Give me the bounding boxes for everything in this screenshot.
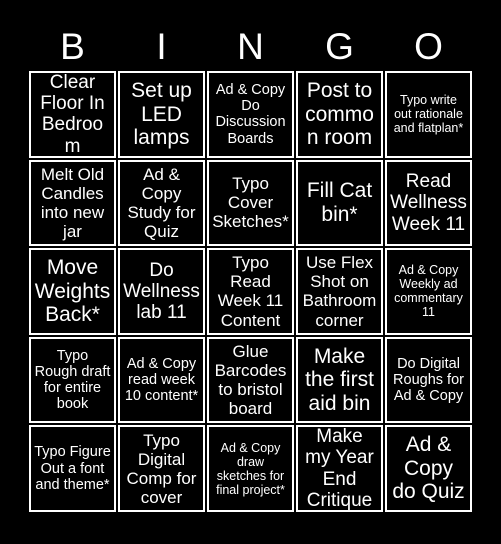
bingo-cell[interactable]: Make the first aid bin [296,336,383,424]
bingo-cell-label: Ad & Copy Do Discussion Boards [215,81,286,147]
bingo-cell[interactable]: Clear Floor In Bedroom [29,71,116,158]
bingo-cell[interactable]: Ad & Copy Do Discussion Boards [207,71,294,158]
bingo-cell-label: Typo Figure Out a font and theme* [34,444,111,493]
bingo-cell-label: Clear Floor In Bedroom [40,71,105,157]
bingo-cell-label: Make the first aid bin [305,344,374,415]
bingo-cell[interactable]: Fill Cat bin* [296,159,383,247]
bingo-header-letter-o: O [414,25,443,67]
bingo-header-letter-i: I [156,25,167,67]
bingo-cell[interactable]: Melt Old Candles into new jar [29,159,116,247]
bingo-cell[interactable]: Typo write out rationale and flatplan* [385,71,472,158]
bingo-cell[interactable]: Ad & Copy draw sketches for final projec… [207,425,294,512]
bingo-cell-label: Make my Year End Critique [305,426,374,511]
bingo-cell-label: Glue Barcodes to bristol board [214,342,287,419]
bingo-cell[interactable]: Ad & Copy do Quiz [385,425,472,512]
bingo-cell[interactable]: Ad & Copy read week 10 content* [118,336,205,424]
bingo-cell-label: Typo Cover Sketches* [212,174,289,232]
bingo-cell[interactable]: Do Wellness lab 11 [118,248,205,335]
bingo-header-letter-n: N [237,25,264,67]
bingo-cell[interactable]: Do Digital Roughs for Ad & Copy [385,336,472,424]
bingo-cell[interactable]: Read Wellness Week 11 [385,159,472,247]
bingo-cell-label: Read Wellness Week 11 [390,170,467,235]
bingo-cell-label: Ad & Copy Study for Quiz [127,164,196,241]
bingo-cell[interactable]: Make my Year End Critique [296,425,383,512]
bingo-cell-label: Melt Old Candles into new jar [40,164,105,241]
bingo-cell-label: Typo Digital Comp for cover [126,430,197,507]
bingo-cell[interactable]: Set up LED lamps [118,71,205,158]
bingo-cell-label: Ad & Copy Weekly ad commentary 11 [394,263,463,320]
bingo-header: BINGO [28,22,473,70]
bingo-cell-label: Post to common room [305,79,374,150]
bingo-cell-label: Do Wellness lab 11 [123,259,200,324]
bingo-cell[interactable]: Typo Read Week 11 Content [207,248,294,335]
bingo-cell-label: Typo write out rationale and flatplan* [393,93,464,136]
bingo-cell-label: Ad & Copy do Quiz [392,433,465,504]
bingo-cell-label: Fill Cat bin* [306,179,373,226]
bingo-cell[interactable]: Glue Barcodes to bristol board [207,336,294,424]
bingo-cell[interactable]: Move Weights Back* [29,248,116,335]
bingo-grid: Clear Floor In Bedroom Set up LED lamps Ad… [28,70,473,513]
bingo-cell-label: Move Weights Back* [34,256,111,327]
bingo-cell[interactable]: Use Flex Shot on Bathroom corner [296,248,383,335]
bingo-cell-label: Do Digital Roughs for Ad & Copy [393,355,464,405]
bingo-cell[interactable]: Typo Cover Sketches* [207,159,294,247]
bingo-cell-label: Ad & Copy draw sketches for final projec… [216,440,285,497]
bingo-cell[interactable]: Ad & Copy Weekly ad commentary 11 [385,248,472,335]
bingo-cell-label: Typo Rough draft for entire book [34,347,111,413]
bingo-card: B I N G O Clear Floor In Bedroom Set up LED l… [0,0,501,544]
bingo-header-letter-g: G [325,25,354,67]
bingo-cell-label: Ad & Copy read week 10 content* [124,355,199,405]
bingo-cell-label: Set up LED lamps [131,79,192,150]
bingo-cell-label: Typo Read Week 11 Content [217,253,284,330]
bingo-cell[interactable]: Typo Figure Out a font and theme* [29,425,116,512]
bingo-header-letter-b: B [60,25,85,67]
bingo-cell[interactable]: Post to common room [296,71,383,158]
bingo-cell[interactable]: Typo Digital Comp for cover [118,425,205,512]
bingo-cell-label: Use Flex Shot on Bathroom corner [302,253,377,330]
bingo-cell[interactable]: Typo Rough draft for entire book [29,336,116,424]
bingo-cell[interactable]: Ad & Copy Study for Quiz [118,159,205,247]
